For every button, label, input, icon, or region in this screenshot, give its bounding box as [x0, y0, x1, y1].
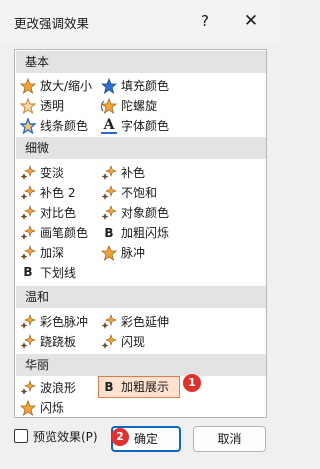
effect-label: 加深	[40, 246, 65, 260]
effect-label: 画笔颜色	[40, 226, 89, 240]
sparkle-icon	[20, 334, 36, 350]
effect-label: 字体颜色	[121, 119, 170, 133]
sparkle-icon	[20, 225, 36, 241]
effect-label: 下划线	[40, 266, 77, 280]
bold-icon: B	[104, 380, 114, 394]
font-color-icon: A	[101, 118, 117, 134]
effect-label: 补色 2	[40, 186, 76, 200]
step-badge-1: 1	[183, 374, 201, 392]
spin-icon	[101, 98, 117, 114]
effect-label: 填充颜色	[121, 79, 170, 93]
effect-label: 彩色脉冲	[40, 315, 89, 329]
effect-label: 脉冲	[121, 246, 146, 260]
effect-label: 加粗展示	[121, 380, 170, 394]
effect-label: 补色	[121, 166, 146, 180]
bold-icon: B	[104, 226, 114, 240]
group-header-exciting: 华丽	[16, 354, 266, 376]
star-orange-icon	[101, 245, 117, 261]
star-orange-icon	[20, 400, 36, 416]
effect-label: 陀螺旋	[121, 99, 158, 113]
effect-label: 跷跷板	[40, 335, 77, 349]
group-header-basic: 基本	[16, 51, 266, 73]
effect-bold-reveal[interactable]: B 加粗展示	[98, 376, 180, 398]
effect-label: 对比色	[40, 206, 77, 220]
group-header-subtle: 细微	[16, 137, 266, 159]
effect-label: 变淡	[40, 166, 65, 180]
change-emphasis-effect-dialog: 更改强调效果 ? ✕ 基本 放大/缩小 填充颜色 透明 陀螺旋 线条颜色 A 字…	[0, 0, 281, 469]
effect-label: 加粗闪烁	[121, 226, 170, 240]
effect-label: 线条颜色	[40, 119, 89, 133]
effect-label: 波浪形	[40, 381, 77, 395]
sparkle-icon	[20, 380, 36, 396]
star-transparent-icon	[20, 98, 36, 114]
star-line-icon	[20, 118, 36, 134]
effect-label: 闪烁	[40, 401, 65, 415]
sparkle-icon	[101, 314, 117, 330]
close-button[interactable]: ✕	[236, 8, 266, 34]
group-header-moderate: 温和	[16, 286, 266, 308]
effects-list[interactable]: 基本 放大/缩小 填充颜色 透明 陀螺旋 线条颜色 A 字体颜色 细微 变淡 补…	[14, 49, 267, 418]
sparkle-icon	[101, 185, 117, 201]
effect-label: 放大/缩小	[40, 79, 93, 93]
sparkle-icon	[20, 205, 36, 221]
effect-label: 透明	[40, 99, 65, 113]
effect-label: 对象颜色	[121, 206, 170, 220]
effect-label: 不饱和	[121, 186, 158, 200]
dialog-title: 更改强调效果	[14, 16, 90, 31]
sparkle-icon	[101, 334, 117, 350]
underline-icon: B	[23, 265, 33, 279]
sparkle-icon	[20, 245, 36, 261]
cancel-button[interactable]: 取消	[193, 426, 266, 452]
preview-checkbox-label[interactable]: 预览效果(P)	[33, 428, 98, 445]
preview-checkbox[interactable]	[14, 429, 28, 443]
effect-label: 闪现	[121, 335, 146, 349]
sparkle-icon	[101, 205, 117, 221]
sparkle-icon	[20, 165, 36, 181]
title-bar: 更改强调效果 ? ✕	[0, 0, 281, 42]
paint-bucket-icon	[101, 78, 117, 94]
effect-label: 彩色延伸	[121, 315, 170, 329]
step-badge-2: 2	[111, 428, 129, 446]
star-orange-icon	[20, 78, 36, 94]
sparkle-icon	[20, 185, 36, 201]
sparkle-icon	[20, 314, 36, 330]
sparkle-icon	[101, 165, 117, 181]
help-button[interactable]: ?	[190, 8, 220, 34]
